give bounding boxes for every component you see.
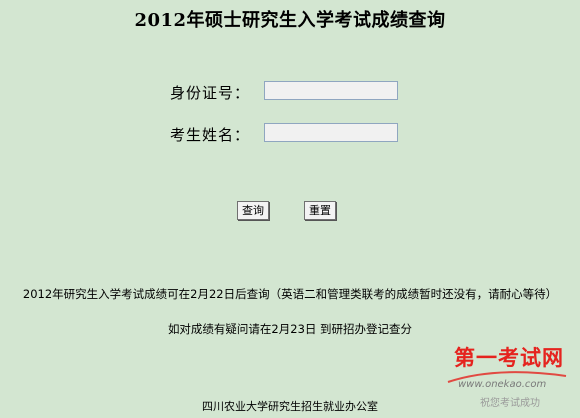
watermark-slogan: 祝您考试成功 (480, 398, 540, 409)
student-name-label: 考生姓名： (170, 126, 251, 144)
student-name-input[interactable] (264, 123, 398, 142)
watermark-url: www.onekao.com (458, 379, 547, 390)
reset-button[interactable]: 重置 (304, 201, 336, 220)
notice-appeal: 如对成绩有疑问请在2月23日 到研招办登记查分 (167, 322, 413, 336)
query-button[interactable]: 查询 (237, 201, 269, 220)
watermark-brand: 第一考试网 (454, 346, 564, 370)
id-number-input[interactable] (264, 81, 398, 100)
page-title: 2012年硕士研究生入学考试成绩查询 (134, 10, 446, 31)
notice-query-date: 2012年研究生入学考试成绩可在2月22日后查询（英语二和管理类联考的成绩暂时还… (22, 287, 558, 301)
watermark-logo: 第一考试网 www.onekao.com 祝您考试成功 (446, 342, 574, 414)
id-number-label: 身份证号： (170, 84, 251, 102)
